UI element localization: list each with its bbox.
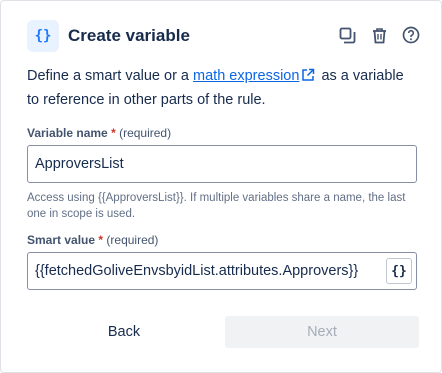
smart-value-label-text: Smart value (27, 233, 96, 247)
description-text: Define a smart value or a math expressio… (27, 65, 417, 111)
required-asterisk: * (98, 233, 104, 247)
help-icon (402, 26, 420, 44)
required-text: (required) (119, 126, 172, 140)
insert-smart-value-button[interactable]: {} (386, 258, 412, 284)
variable-name-help-text: Access using {{ApproversList}}. If multi… (27, 192, 406, 220)
copy-button[interactable] (337, 25, 357, 45)
required-asterisk: * (111, 126, 116, 140)
variable-name-value: ApproversList (35, 156, 124, 172)
trash-icon (372, 27, 386, 43)
variable-name-input[interactable]: ApproversList (27, 145, 417, 183)
panel-header: {} Create variable (27, 20, 421, 52)
copy-icon (339, 27, 355, 43)
smart-value-label: Smart value * (required) (27, 233, 158, 247)
delete-button[interactable] (369, 25, 389, 45)
header-actions (337, 25, 421, 45)
description-before-link: Define a smart value or a (27, 68, 194, 84)
smart-value-input[interactable]: {{fetchedGoliveEnvsbyidList.attributes.A… (27, 252, 417, 290)
next-button[interactable]: Next (225, 316, 419, 348)
create-variable-panel: {} Create variable Define a smart value … (0, 0, 442, 373)
panel-title: Create variable (68, 26, 190, 45)
smart-value-value: {{fetchedGoliveEnvsbyidList.attributes.A… (35, 263, 359, 279)
back-button[interactable]: Back (27, 316, 221, 348)
help-button[interactable] (401, 25, 421, 45)
variable-name-label-text: Variable name (27, 126, 108, 140)
external-link-icon[interactable] (301, 67, 315, 89)
variable-name-label: Variable name * (required) (27, 126, 171, 140)
smart-value-badge-icon: {} (27, 20, 59, 52)
math-expression-link[interactable]: math expression (193, 68, 299, 84)
required-text: (required) (106, 233, 159, 247)
